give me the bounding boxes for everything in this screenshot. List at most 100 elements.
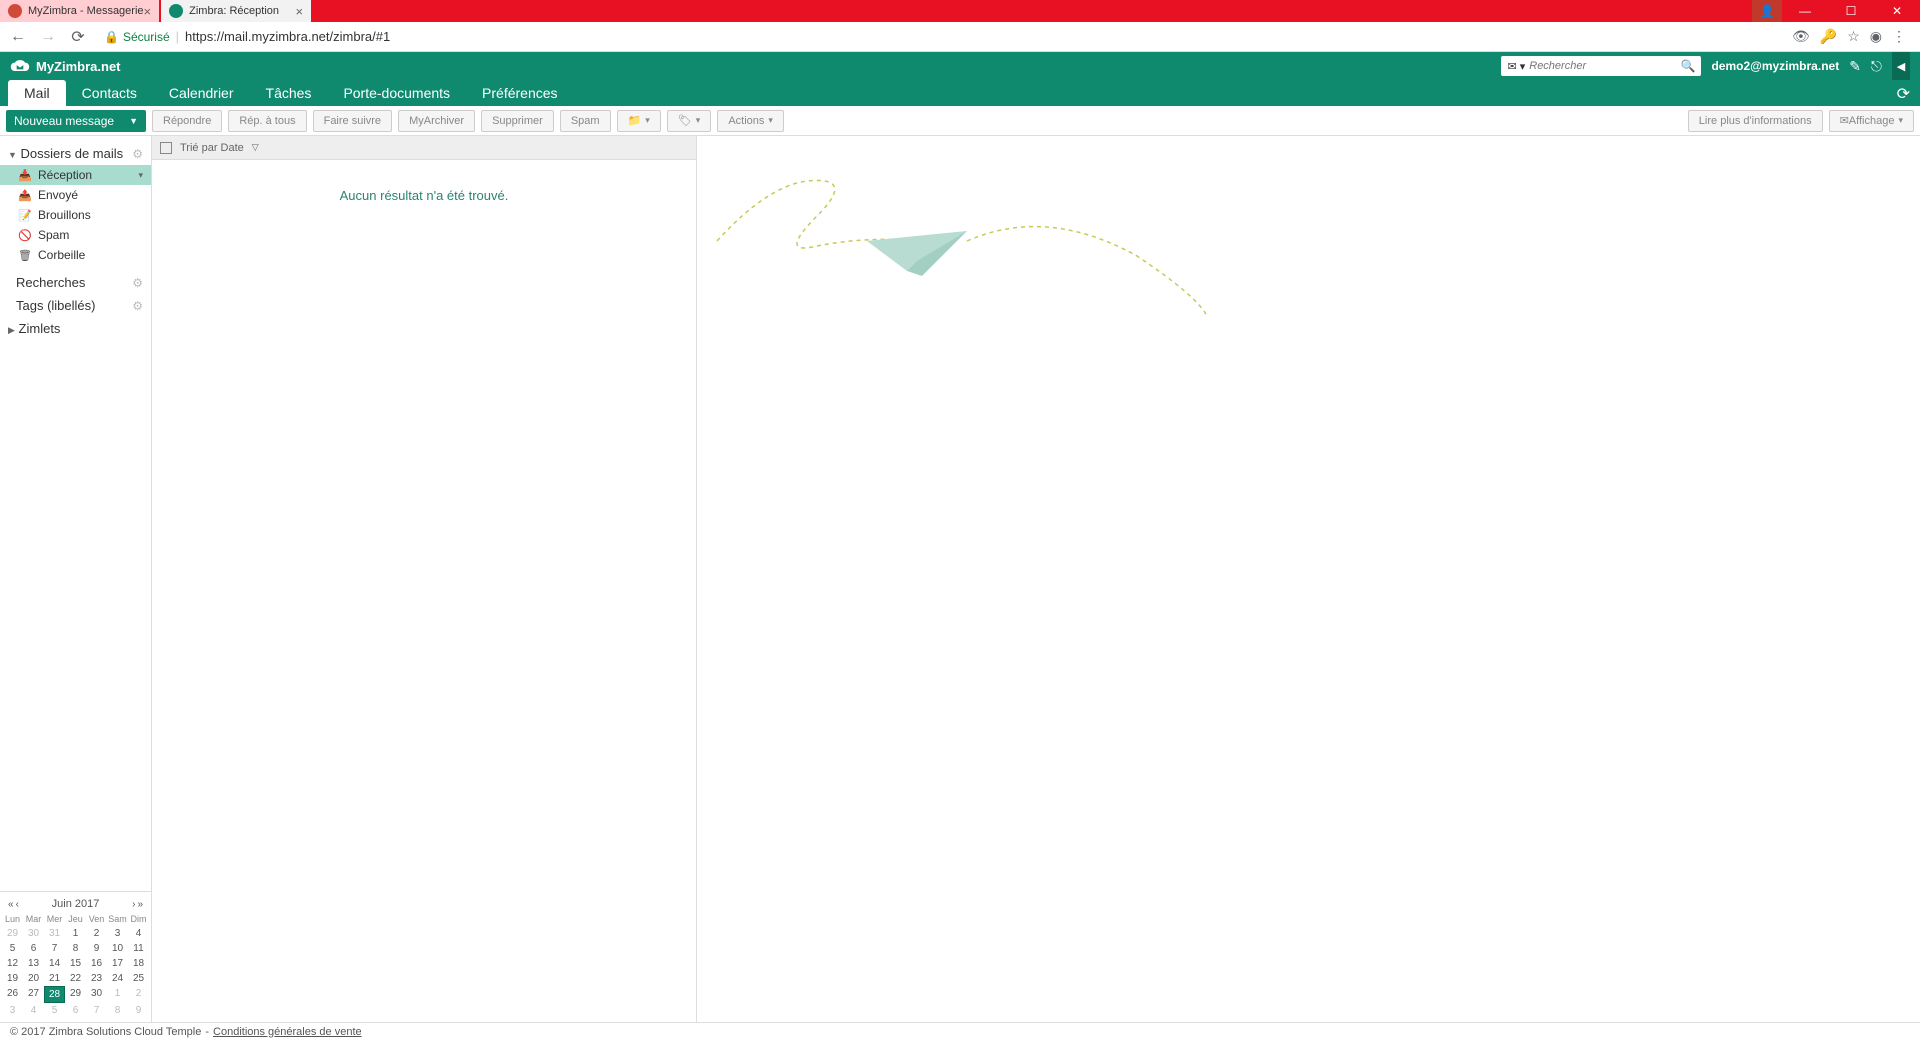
cal-day[interactable]: 9 [128, 1003, 149, 1018]
cal-day[interactable]: 18 [128, 956, 149, 971]
tab-calendar[interactable]: Calendrier [153, 80, 250, 106]
cal-day[interactable]: 3 [2, 1003, 23, 1018]
search-icon[interactable]: 🔍 [1681, 59, 1696, 73]
folder-inbox[interactable]: 📥 Réception ▾ [0, 165, 151, 185]
folder-trash[interactable]: 🗑 Corbeille [0, 245, 151, 265]
tab-mail[interactable]: Mail [8, 80, 66, 106]
address-bar[interactable]: 🔒 Sécurisé | https://mail.myzimbra.net/z… [96, 25, 1786, 49]
cal-month-label[interactable]: Juin 2017 [52, 898, 100, 910]
tab-tasks[interactable]: Tâches [250, 80, 328, 106]
refresh-icon[interactable]: ⟳ [1897, 84, 1910, 104]
tab-contacts[interactable]: Contacts [66, 80, 153, 106]
cal-prev-year-icon[interactable]: « [8, 899, 14, 910]
user-email[interactable]: demo2@myzimbra.net [1711, 59, 1839, 73]
cal-next-month-icon[interactable]: › [132, 899, 135, 910]
cal-day[interactable]: 31 [44, 926, 65, 941]
terms-link[interactable]: Conditions générales de vente [213, 1026, 362, 1038]
cal-day[interactable]: 21 [44, 971, 65, 986]
cal-day[interactable]: 16 [86, 956, 107, 971]
searches-section-header[interactable]: Recherches ⚙ [0, 271, 151, 294]
cal-day[interactable]: 6 [23, 941, 44, 956]
cal-day[interactable]: 11 [128, 941, 149, 956]
move-button[interactable]: 📁▾ [617, 110, 661, 132]
tags-section-header[interactable]: Tags (libellés) ⚙ [0, 294, 151, 317]
reload-button[interactable]: ⟳ [66, 25, 90, 49]
folder-sent[interactable]: 📤 Envoyé [0, 185, 151, 205]
cal-day[interactable]: 4 [128, 926, 149, 941]
cal-day[interactable]: 29 [65, 986, 86, 1003]
cal-day[interactable]: 2 [86, 926, 107, 941]
cal-day[interactable]: 8 [107, 1003, 128, 1018]
collapse-header-icon[interactable]: ◀ [1892, 52, 1910, 80]
minimize-button[interactable]: — [1782, 0, 1828, 22]
chevron-down-icon[interactable]: ▾ [138, 170, 143, 181]
star-icon[interactable]: ☆ [1847, 28, 1860, 45]
tab-briefcase[interactable]: Porte-documents [327, 80, 466, 106]
new-message-button[interactable]: Nouveau message ▼ [6, 110, 146, 132]
search-box[interactable]: ✉ ▾ 🔍 [1501, 56, 1701, 76]
cal-day[interactable]: 12 [2, 956, 23, 971]
cal-day[interactable]: 8 [65, 941, 86, 956]
sort-label[interactable]: Trié par Date [180, 142, 244, 154]
archive-button[interactable]: MyArchiver [398, 110, 475, 132]
search-input[interactable] [1529, 60, 1680, 72]
maximize-button[interactable]: ☐ [1828, 0, 1874, 22]
cal-day[interactable]: 23 [86, 971, 107, 986]
compose-icon[interactable]: ✎ [1849, 58, 1861, 75]
read-more-button[interactable]: Lire plus d'informations [1688, 110, 1823, 132]
cal-day[interactable]: 1 [107, 986, 128, 1003]
cal-day[interactable]: 30 [23, 926, 44, 941]
cal-day[interactable]: 15 [65, 956, 86, 971]
gear-icon[interactable]: ⚙ [132, 147, 143, 161]
cal-day[interactable]: 19 [2, 971, 23, 986]
reply-button[interactable]: Répondre [152, 110, 222, 132]
key-icon[interactable]: 🔑 [1820, 28, 1837, 45]
brand-logo[interactable]: MyZimbra.net [10, 59, 121, 74]
cal-day[interactable]: 7 [86, 1003, 107, 1018]
cal-day[interactable]: 29 [2, 926, 23, 941]
tag-button[interactable]: 🏷▾ [667, 110, 712, 132]
cal-day[interactable]: 25 [128, 971, 149, 986]
cal-day[interactable]: 10 [107, 941, 128, 956]
spam-button[interactable]: Spam [560, 110, 611, 132]
extension-icon[interactable]: ◉ [1870, 28, 1882, 45]
cal-day[interactable]: 14 [44, 956, 65, 971]
folder-drafts[interactable]: 📝 Brouillons [0, 205, 151, 225]
cal-day[interactable]: 30 [86, 986, 107, 1003]
cal-day[interactable]: 2 [128, 986, 149, 1003]
cal-day[interactable]: 17 [107, 956, 128, 971]
sort-desc-icon[interactable]: ▽ [252, 142, 259, 153]
browser-tab-inactive[interactable]: MyZimbra - Messagerie × [0, 0, 159, 22]
forward-button[interactable]: Faire suivre [313, 110, 392, 132]
gear-icon[interactable]: ⚙ [132, 276, 143, 290]
cal-day[interactable]: 26 [2, 986, 23, 1003]
cal-day[interactable]: 20 [23, 971, 44, 986]
cal-day[interactable]: 6 [65, 1003, 86, 1018]
gear-icon[interactable]: ⚙ [132, 299, 143, 313]
menu-icon[interactable]: ⋮ [1892, 28, 1906, 45]
folder-spam[interactable]: 🚫 Spam [0, 225, 151, 245]
cal-day[interactable]: 5 [44, 1003, 65, 1018]
close-button[interactable]: ✕ [1874, 0, 1920, 22]
cal-day[interactable]: 22 [65, 971, 86, 986]
cal-day[interactable]: 24 [107, 971, 128, 986]
cal-day[interactable]: 4 [23, 1003, 44, 1018]
close-icon[interactable]: × [144, 4, 152, 19]
cal-day[interactable]: 28 [44, 986, 65, 1003]
cal-day[interactable]: 9 [86, 941, 107, 956]
cal-next-year-icon[interactable]: » [137, 899, 143, 910]
actions-button[interactable]: Actions▾ [717, 110, 784, 132]
zimlets-section-header[interactable]: ▶ Zimlets [0, 317, 151, 340]
delete-button[interactable]: Supprimer [481, 110, 554, 132]
eye-icon[interactable]: 👁 [1792, 28, 1810, 45]
cal-day[interactable]: 1 [65, 926, 86, 941]
cal-day[interactable]: 13 [23, 956, 44, 971]
cal-day[interactable]: 27 [23, 986, 44, 1003]
tab-preferences[interactable]: Préférences [466, 80, 573, 106]
folders-section-header[interactable]: ▼ Dossiers de mails ⚙ [0, 142, 151, 165]
user-icon[interactable]: 👤 [1752, 0, 1782, 22]
reply-all-button[interactable]: Rép. à tous [228, 110, 306, 132]
cal-day[interactable]: 7 [44, 941, 65, 956]
cal-day[interactable]: 5 [2, 941, 23, 956]
cal-day[interactable]: 3 [107, 926, 128, 941]
